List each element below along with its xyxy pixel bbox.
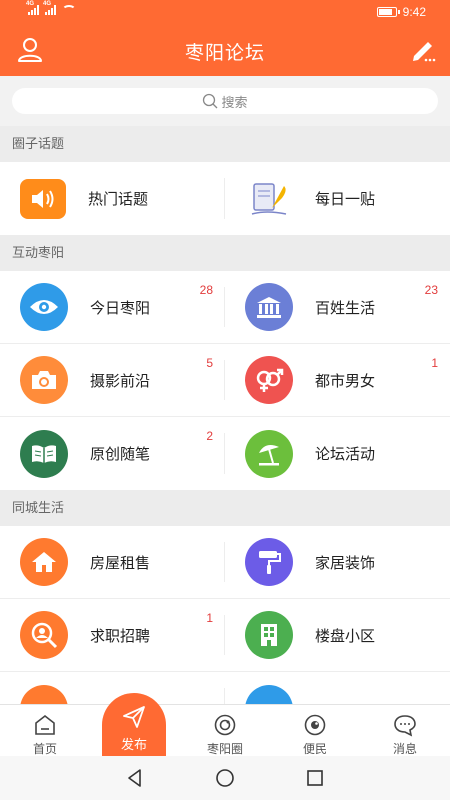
apartment-icon (245, 611, 293, 659)
item-people-life[interactable]: 百姓生活 23 (225, 271, 450, 343)
unread-badge: 2 (206, 429, 213, 443)
send-icon (123, 706, 145, 728)
unread-badge: 28 (199, 283, 213, 297)
item-original-essays[interactable]: 原创随笔 2 (0, 417, 225, 490)
tab-messages[interactable]: 消息 (375, 705, 435, 757)
unread-badge: 23 (424, 283, 438, 297)
signal-icon-2: 4G (43, 1, 56, 15)
message-icon (394, 715, 416, 737)
home-icon (35, 714, 55, 735)
item-urban-dating[interactable]: 都市男女 1 (225, 344, 450, 416)
battery-icon (376, 7, 400, 17)
item-forum-activities[interactable]: 论坛活动 (225, 417, 450, 490)
paper-quill-icon (245, 175, 293, 223)
section-circle-topics: 热门话题 每日一贴 (0, 162, 450, 235)
tab-home[interactable]: 首页 (15, 705, 75, 757)
page-title: 枣阳论坛 (184, 43, 265, 64)
bottom-tab-bar: 首页 发布 枣阳圈 便民 消息 (0, 693, 450, 757)
tab-convenience[interactable]: 便民 (285, 705, 345, 757)
item-housing[interactable]: 房屋租售 (0, 526, 225, 598)
eye-icon (20, 283, 68, 331)
back-icon[interactable] (125, 768, 145, 788)
section-interactive: 今日枣阳 28 百姓生活 23 摄影前沿 5 都市男女 1 原创随笔 2 论坛活… (0, 271, 450, 490)
camera-icon (20, 356, 68, 404)
section-label-circle-topics: 圈子话题 (0, 126, 450, 162)
main-content[interactable]: 搜索 圈子话题 热门话题 每日一贴 互动枣阳 今日枣阳 28 百姓生活 23 摄… (0, 76, 450, 704)
item-daily-post[interactable]: 每日一贴 (225, 162, 450, 235)
umbrella-icon (245, 429, 293, 478)
search-input[interactable]: 搜索 (12, 88, 438, 114)
system-nav-bar (0, 756, 450, 800)
status-time: 9:42 (402, 5, 426, 19)
car-icon (20, 684, 68, 704)
item-partial-right[interactable] (225, 672, 450, 704)
wifi-icon (62, 5, 76, 15)
circle-icon (214, 714, 236, 736)
item-jobs[interactable]: 求职招聘 1 (0, 599, 225, 671)
building-icon (245, 283, 293, 331)
search-icon (203, 93, 218, 109)
section-local-life: 房屋租售 家居装饰 求职招聘 1 楼盘小区 (0, 526, 450, 704)
paint-roller-icon (245, 538, 293, 586)
recents-icon[interactable] (305, 768, 325, 788)
app-header: 枣阳论坛 (0, 26, 450, 76)
signal-icon: 4G (26, 1, 39, 15)
home-nav-icon[interactable] (215, 768, 235, 788)
house-icon (20, 538, 68, 586)
unread-badge: 1 (431, 356, 438, 370)
edit-icon[interactable] (410, 36, 438, 64)
convenience-icon (304, 714, 326, 736)
section-label-local-life: 同城生活 (0, 490, 450, 526)
cart-icon (245, 684, 293, 704)
status-bar: 4G 4G 9:42 (0, 0, 450, 26)
gender-icon (245, 356, 293, 404)
item-real-estate[interactable]: 楼盘小区 (225, 599, 450, 671)
speaker-icon (20, 178, 66, 219)
unread-badge: 1 (206, 611, 213, 625)
book-icon (20, 429, 68, 478)
tab-zaoyang-circle[interactable]: 枣阳圈 (195, 705, 255, 757)
section-label-interactive: 互动枣阳 (0, 235, 450, 271)
item-photography[interactable]: 摄影前沿 5 (0, 344, 225, 416)
tab-publish[interactable]: 发布 (102, 693, 166, 757)
search-placeholder: 搜索 (221, 94, 248, 110)
signal-indicators: 4G 4G (26, 1, 76, 15)
item-hot-topics[interactable]: 热门话题 (0, 162, 225, 235)
item-home-decor[interactable]: 家居装饰 (225, 526, 450, 598)
unread-badge: 5 (206, 356, 213, 370)
search-person-icon (20, 611, 68, 659)
item-today-zaoyang[interactable]: 今日枣阳 28 (0, 271, 225, 343)
